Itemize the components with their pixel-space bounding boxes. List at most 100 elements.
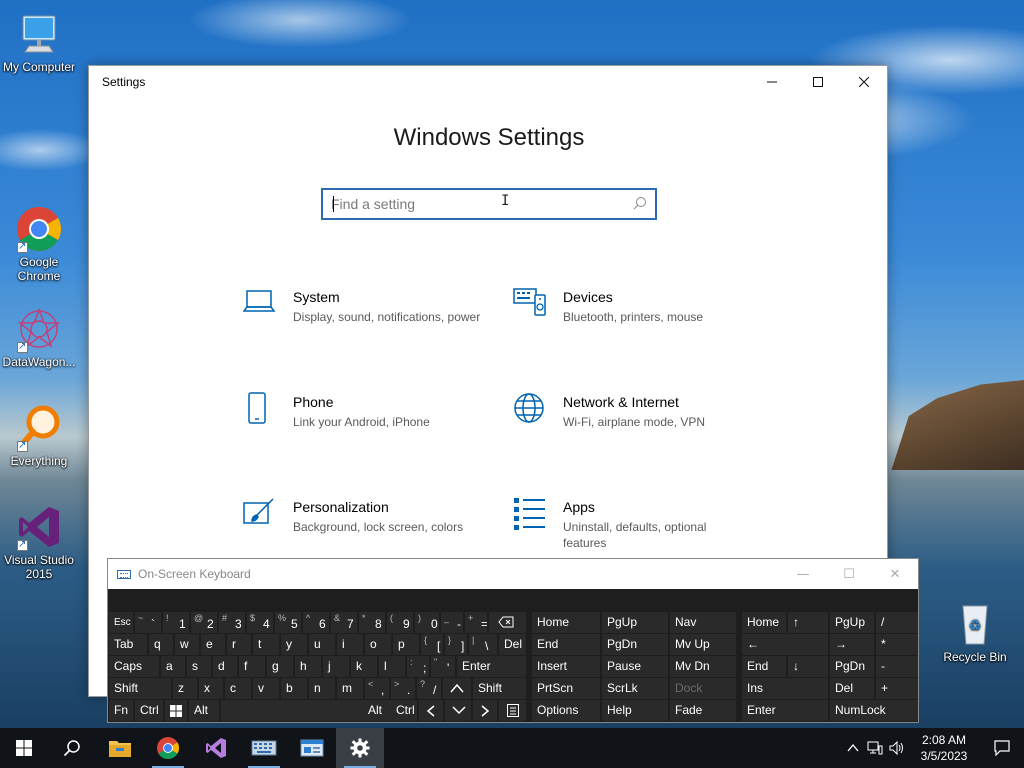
key-equals[interactable]: + =	[465, 612, 487, 633]
key-pgup[interactable]: PgUp	[602, 612, 668, 633]
key-j[interactable]: j	[323, 656, 349, 677]
osk-minimize-button[interactable]: —	[780, 559, 826, 589]
key-ctrl-right[interactable]: Ctrl	[391, 700, 417, 721]
key-right-bracket[interactable]: }]	[445, 634, 467, 655]
tile-personalization[interactable]: Personalization Background, lock screen,…	[243, 497, 483, 537]
taskbar-visual-studio[interactable]	[192, 728, 240, 768]
key-scrlk[interactable]: ScrLk	[602, 678, 668, 699]
show-hidden-icons-button[interactable]	[842, 728, 864, 768]
numpad-plus[interactable]: +	[876, 678, 918, 699]
key-home[interactable]: Home	[532, 612, 600, 633]
search-box[interactable]: I	[321, 188, 657, 220]
tile-apps[interactable]: Apps Uninstall, defaults, optional featu…	[513, 497, 753, 551]
key-mv-dn[interactable]: Mv Dn	[670, 656, 736, 677]
tile-phone[interactable]: Phone Link your Android, iPhone	[243, 392, 483, 432]
key-shift-left[interactable]: Shift	[109, 678, 171, 699]
key-7[interactable]: & 7	[331, 612, 357, 633]
key-fade[interactable]: Fade	[670, 700, 736, 721]
start-button[interactable]	[0, 728, 48, 768]
key-options[interactable]: Options	[532, 700, 600, 721]
key-v[interactable]: v	[253, 678, 279, 699]
close-button[interactable]	[841, 66, 887, 98]
osk-close-button[interactable]: ✕	[872, 559, 918, 589]
key-r[interactable]: r	[227, 634, 251, 655]
key-m[interactable]: m	[337, 678, 363, 699]
key-ctrl-left[interactable]: Ctrl	[135, 700, 163, 721]
key-mv-up[interactable]: Mv Up	[670, 634, 736, 655]
desktop-icon-datawagon[interactable]: DataWagon...	[1, 305, 77, 369]
key-backspace[interactable]	[489, 612, 526, 633]
osk-titlebar[interactable]: On-Screen Keyboard — ☐ ✕	[108, 559, 918, 589]
key-help[interactable]: Help	[602, 700, 668, 721]
desktop-icon-my-computer[interactable]: My Computer	[1, 10, 77, 74]
key-u[interactable]: u	[309, 634, 335, 655]
search-input[interactable]	[331, 196, 633, 212]
key-alt-right[interactable]: Alt	[363, 700, 389, 721]
taskbar-file-explorer[interactable]	[96, 728, 144, 768]
key-tilde[interactable]: ~ `	[135, 612, 161, 633]
key-k[interactable]: k	[351, 656, 377, 677]
key-caps[interactable]: Caps	[109, 656, 159, 677]
key-enter[interactable]: Enter	[457, 656, 526, 677]
key-arrow-right[interactable]	[473, 700, 497, 721]
tile-devices[interactable]: Devices Bluetooth, printers, mouse	[513, 287, 753, 327]
key-d[interactable]: d	[213, 656, 237, 677]
key-x[interactable]: x	[199, 678, 223, 699]
tile-network[interactable]: Network & Internet Wi-Fi, airplane mode,…	[513, 392, 753, 432]
numpad-slash[interactable]: /	[876, 612, 918, 633]
numpad-ins[interactable]: Ins	[742, 678, 828, 699]
key-t[interactable]: t	[253, 634, 279, 655]
key-pgdn[interactable]: PgDn	[602, 634, 668, 655]
numpad-numlock[interactable]: NumLock	[830, 700, 918, 721]
key-minus[interactable]: _ -	[441, 612, 463, 633]
key-dock[interactable]: Dock	[670, 678, 736, 699]
numpad-home[interactable]: Home	[742, 612, 786, 633]
key-slash[interactable]: ? /	[417, 678, 441, 699]
numpad-down[interactable]: ↓	[788, 656, 828, 677]
maximize-button[interactable]	[795, 66, 841, 98]
desktop-icon-chrome[interactable]: Google Chrome	[1, 205, 77, 283]
numpad-enter[interactable]: Enter	[742, 700, 828, 721]
key-p[interactable]: p	[393, 634, 419, 655]
numpad-del[interactable]: Del	[830, 678, 874, 699]
network-icon[interactable]	[864, 728, 886, 768]
settings-titlebar[interactable]: Settings	[89, 66, 887, 98]
key-1[interactable]: ! 1	[163, 612, 189, 633]
key-insert[interactable]: Insert	[532, 656, 600, 677]
numpad-up[interactable]: ↑	[788, 612, 828, 633]
numpad-star[interactable]: *	[876, 634, 918, 655]
tile-system[interactable]: System Display, sound, notifications, po…	[242, 287, 483, 327]
key-menu[interactable]	[499, 700, 526, 721]
key-q[interactable]: q	[149, 634, 173, 655]
key-windows[interactable]	[165, 700, 187, 721]
key-quote[interactable]: " '	[431, 656, 455, 677]
key-alt-left[interactable]: Alt	[189, 700, 219, 721]
key-arrow-left[interactable]	[419, 700, 443, 721]
key-g[interactable]: g	[267, 656, 293, 677]
desktop-icon-visual-studio[interactable]: Visual Studio 2015	[1, 503, 77, 581]
key-i[interactable]: i	[337, 634, 363, 655]
numpad-left[interactable]: ←	[742, 634, 828, 655]
numpad-end[interactable]: End	[742, 656, 786, 677]
osk-maximize-button[interactable]: ☐	[826, 559, 872, 589]
key-backslash[interactable]: | \	[469, 634, 497, 655]
key-o[interactable]: o	[365, 634, 391, 655]
key-fn[interactable]: Fn	[109, 700, 133, 721]
taskbar-clock[interactable]: 2:08 AM 3/5/2023	[908, 732, 980, 764]
taskbar-settings[interactable]	[336, 728, 384, 768]
numpad-minus[interactable]: -	[876, 656, 918, 677]
key-5[interactable]: % 5	[275, 612, 301, 633]
volume-icon[interactable]	[886, 728, 908, 768]
key-arrow-up[interactable]	[443, 678, 471, 699]
key-y[interactable]: y	[281, 634, 307, 655]
key-0[interactable]: ) 0	[415, 612, 439, 633]
key-h[interactable]: h	[295, 656, 321, 677]
key-z[interactable]: z	[173, 678, 197, 699]
key-del[interactable]: Del	[499, 634, 526, 655]
taskbar-app-window[interactable]	[288, 728, 336, 768]
desktop-icon-recycle-bin[interactable]: ♻ Recycle Bin	[937, 600, 1013, 664]
key-b[interactable]: b	[281, 678, 307, 699]
key-4[interactable]: $4	[247, 612, 273, 633]
key-9[interactable]: (9	[387, 612, 413, 633]
key-3[interactable]: #3	[219, 612, 245, 633]
